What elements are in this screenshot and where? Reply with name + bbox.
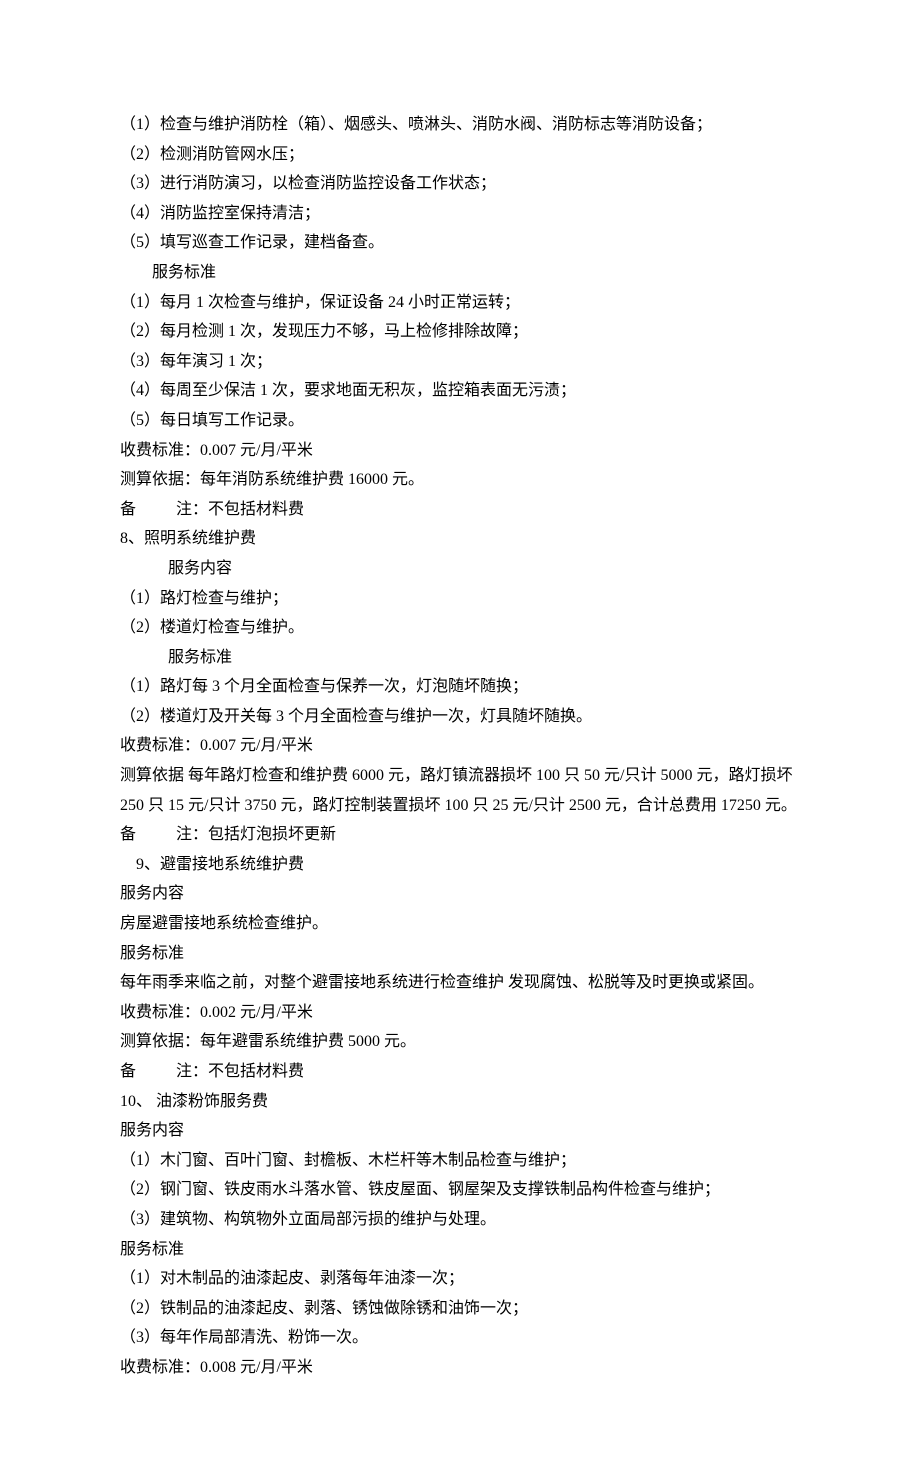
sec7-content-2: （2）检测消防管网水压；	[120, 140, 800, 170]
sec7-std-5: （5）每日填写工作记录。	[120, 406, 800, 436]
sec7-content-5: （5）填写巡查工作记录，建档备查。	[120, 228, 800, 258]
document-page: （1）检查与维护消防栓（箱）、烟感头、喷淋头、消防水阀、消防标志等消防设备； （…	[0, 0, 920, 1483]
sec7-std-4: （4）每周至少保洁 1 次，要求地面无积灰，监控箱表面无污渍；	[120, 376, 800, 406]
sec9-note: 备 注：不包括材料费	[120, 1057, 800, 1087]
sec9-std-label: 服务标准	[120, 939, 800, 969]
sec10-title: 10、 油漆粉饰服务费	[120, 1087, 800, 1117]
sec8-basis: 测算依据 每年路灯检查和维护费 6000 元，路灯镇流器损坏 100 只 50 …	[120, 761, 800, 820]
sec7-content-3: （3）进行消防演习，以检查消防监控设备工作状态；	[120, 169, 800, 199]
sec10-content-1: （1）木门窗、百叶门窗、封檐板、木栏杆等木制品检查与维护；	[120, 1146, 800, 1176]
sec7-std-2: （2）每月检测 1 次，发现压力不够，马上检修排除故障；	[120, 317, 800, 347]
sec8-content-label: 服务内容	[120, 554, 800, 584]
sec7-fee: 收费标准：0.007 元/月/平米	[120, 436, 800, 466]
sec8-std-label: 服务标准	[120, 643, 800, 673]
sec7-content-1: （1）检查与维护消防栓（箱）、烟感头、喷淋头、消防水阀、消防标志等消防设备；	[120, 110, 800, 140]
sec9-title: 9、避雷接地系统维护费	[120, 850, 800, 880]
sec8-std-1: （1）路灯每 3 个月全面检查与保养一次，灯泡随坏随换；	[120, 672, 800, 702]
sec7-content-4: （4）消防监控室保持清洁；	[120, 199, 800, 229]
sec8-std-2: （2）楼道灯及开关每 3 个月全面检查与维护一次，灯具随坏随换。	[120, 702, 800, 732]
sec9-content: 房屋避雷接地系统检查维护。	[120, 909, 800, 939]
sec10-content-label: 服务内容	[120, 1116, 800, 1146]
sec10-std-1: （1）对木制品的油漆起皮、剥落每年油漆一次；	[120, 1264, 800, 1294]
sec8-title: 8、照明系统维护费	[120, 524, 800, 554]
sec7-note: 备 注：不包括材料费	[120, 495, 800, 525]
sec9-basis: 测算依据：每年避雷系统维护费 5000 元。	[120, 1027, 800, 1057]
sec7-std-1: （1）每月 1 次检查与维护，保证设备 24 小时正常运转；	[120, 288, 800, 318]
sec10-content-3: （3）建筑物、构筑物外立面局部污损的维护与处理。	[120, 1205, 800, 1235]
sec8-content-2: （2）楼道灯检查与维护。	[120, 613, 800, 643]
sec7-std-label: 服务标准	[120, 258, 800, 288]
sec10-std-label: 服务标准	[120, 1235, 800, 1265]
sec7-basis: 测算依据：每年消防系统维护费 16000 元。	[120, 465, 800, 495]
sec9-fee: 收费标准：0.002 元/月/平米	[120, 998, 800, 1028]
sec9-content-label: 服务内容	[120, 879, 800, 909]
sec10-std-3: （3）每年作局部清洗、粉饰一次。	[120, 1323, 800, 1353]
sec8-content-1: （1）路灯检查与维护；	[120, 584, 800, 614]
sec8-note: 备 注：包括灯泡损坏更新	[120, 820, 800, 850]
sec9-std: 每年雨季来临之前，对整个避雷接地系统进行检查维护 发现腐蚀、松脱等及时更换或紧固…	[120, 968, 800, 998]
sec10-content-2: （2）钢门窗、铁皮雨水斗落水管、铁皮屋面、钢屋架及支撑铁制品构件检查与维护；	[120, 1175, 800, 1205]
sec8-fee: 收费标准：0.007 元/月/平米	[120, 731, 800, 761]
sec10-fee: 收费标准：0.008 元/月/平米	[120, 1353, 800, 1383]
sec10-std-2: （2）铁制品的油漆起皮、剥落、锈蚀做除锈和油饰一次；	[120, 1294, 800, 1324]
sec7-std-3: （3）每年演习 1 次；	[120, 347, 800, 377]
